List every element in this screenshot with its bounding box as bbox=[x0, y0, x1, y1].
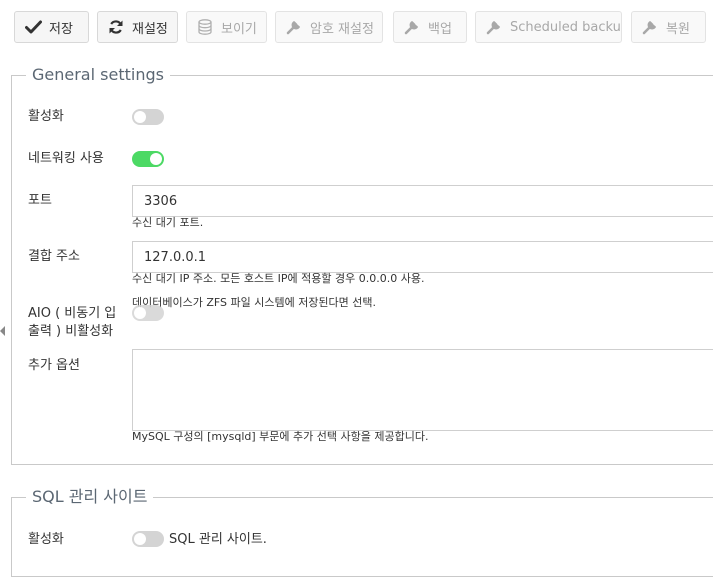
view-button-label: 보이기 bbox=[221, 21, 257, 37]
wrench-icon bbox=[285, 18, 303, 36]
toggle-knob bbox=[134, 111, 146, 123]
aio-toggle[interactable] bbox=[132, 305, 164, 321]
database-icon bbox=[196, 18, 214, 36]
port-label: 포트 bbox=[28, 193, 52, 208]
backup-button[interactable]: 백업 bbox=[393, 11, 467, 43]
reset-button-label: 재설정 bbox=[132, 21, 168, 37]
sql-admin-toggle[interactable] bbox=[132, 531, 164, 547]
password-reset-button[interactable]: 암호 재설정 bbox=[275, 11, 383, 43]
enable-label: 활성화 bbox=[28, 109, 64, 124]
bind-address-label: 결합 주소 bbox=[28, 249, 80, 264]
wrench-icon bbox=[403, 18, 421, 36]
bind-address-help-text: 수신 대기 IP 주소. 모든 호스트 IP에 적용할 경우 0.0.0.0 사… bbox=[132, 272, 425, 285]
scheduled-backup-button[interactable]: Scheduled backup bbox=[475, 11, 622, 43]
collapse-handle[interactable] bbox=[0, 322, 5, 340]
reset-button[interactable]: 재설정 bbox=[97, 11, 178, 43]
wrench-icon bbox=[485, 18, 503, 36]
toolbar: 저장 재설정 보이기 암호 재설정 백업 Scheduled backup 복원 bbox=[0, 0, 713, 52]
extra-options-label: 추가 옵션 bbox=[28, 358, 80, 373]
check-icon bbox=[24, 18, 42, 36]
sql-admin-fieldset: SQL 관리 사이트 bbox=[11, 486, 713, 577]
restore-button[interactable]: 복원 bbox=[631, 11, 706, 43]
aio-label-line1: AIO ( 비동기 입 bbox=[28, 306, 117, 321]
toggle-knob bbox=[150, 153, 162, 165]
password-reset-button-label: 암호 재설정 bbox=[310, 21, 374, 37]
save-button[interactable]: 저장 bbox=[14, 11, 89, 43]
networking-label: 네트워킹 사용 bbox=[28, 151, 104, 166]
save-button-label: 저장 bbox=[49, 21, 73, 37]
refresh-icon bbox=[107, 18, 125, 36]
sql-admin-toggle-caption: SQL 관리 사이트. bbox=[169, 532, 267, 547]
backup-button-label: 백업 bbox=[428, 21, 452, 37]
wrench-icon bbox=[641, 18, 659, 36]
sql-admin-enable-label: 활성화 bbox=[28, 532, 64, 547]
aio-label-line2: 출력 ) 비활성화 bbox=[28, 324, 114, 339]
networking-toggle[interactable] bbox=[132, 151, 164, 167]
bind-address-input[interactable] bbox=[132, 241, 713, 273]
extra-options-help-text: MySQL 구성의 [mysqld] 부문에 추가 선택 사항을 제공합니다. bbox=[132, 430, 429, 443]
toggle-knob bbox=[134, 533, 146, 545]
aio-help-text: 데이터베이스가 ZFS 파일 시스템에 저장된다면 선택. bbox=[132, 296, 377, 309]
scheduled-backup-button-label: Scheduled backup bbox=[510, 19, 622, 35]
port-help-text: 수신 대기 포트. bbox=[132, 216, 204, 229]
general-settings-legend: General settings bbox=[26, 64, 170, 86]
aio-label: AIO ( 비동기 입 출력 ) 비활성화 bbox=[28, 305, 116, 341]
toggle-knob bbox=[134, 307, 146, 319]
port-input[interactable] bbox=[132, 185, 713, 217]
triangle-left-icon bbox=[0, 326, 5, 336]
extra-options-textarea[interactable] bbox=[132, 349, 713, 431]
restore-button-label: 복원 bbox=[666, 21, 690, 37]
enable-toggle[interactable] bbox=[132, 109, 164, 125]
view-button[interactable]: 보이기 bbox=[186, 11, 267, 43]
sql-admin-legend: SQL 관리 사이트 bbox=[26, 486, 154, 508]
